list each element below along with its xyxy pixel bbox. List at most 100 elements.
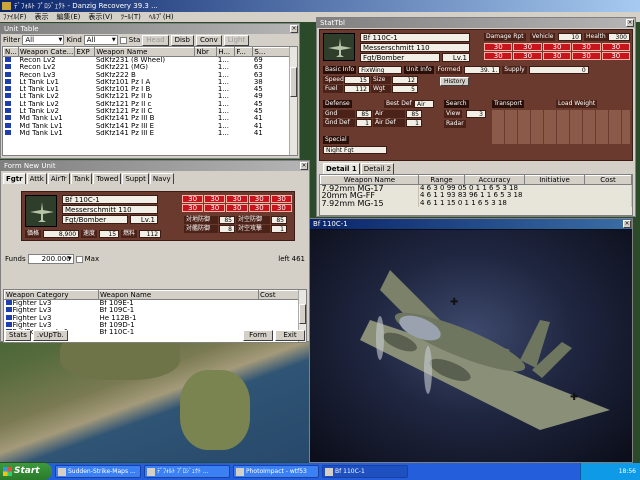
menu-help[interactable]: ﾍﾙﾌﾟ(H)	[149, 13, 174, 21]
col-f[interactable]: F...	[234, 47, 254, 57]
damage-rpt-label: Damage Rpt	[484, 33, 526, 41]
unit-icon	[4, 78, 11, 84]
wgt-label: Wgt	[371, 85, 391, 93]
tab-suppt[interactable]: Suppt	[122, 173, 149, 184]
col-weapon-name[interactable]: Weapon Name	[320, 175, 419, 185]
taskbar-item[interactable]: PhotoImpact - wtf53	[233, 465, 319, 478]
stats-button[interactable]: Stats	[5, 329, 31, 341]
col-weapon-name[interactable]: Weapon Name	[98, 290, 259, 300]
unit-level: Lv.1	[130, 215, 158, 224]
exit-button[interactable]: Exit	[275, 329, 305, 341]
table-row[interactable]: Lt Tank Lv1 SdKfz101 Pz I A 1... 38	[4, 78, 297, 86]
row-category-text: Fighter Lv3	[12, 321, 52, 329]
col-weapon-category[interactable]: Weapon Category	[4, 290, 99, 300]
table-row[interactable]: Lt Tank Lv2 SdKfz121 Pz II b 1... 49	[4, 93, 297, 100]
row-category: Lt Tank Lv1	[19, 78, 59, 86]
view-label: View	[444, 110, 463, 118]
tab-navy[interactable]: Navy	[149, 173, 174, 184]
table-row[interactable]: Recon Lv2 SdKfz231 (8 Wheel) 1... 69	[4, 57, 297, 65]
tab-tank[interactable]: Tank	[70, 173, 93, 184]
tab-fgtr[interactable]: Fgtr	[3, 173, 26, 184]
light-button[interactable]: Light	[223, 34, 250, 46]
col-weapon-category[interactable]: Weapon Cate...	[17, 47, 76, 57]
tab-attk[interactable]: Attk	[26, 173, 47, 184]
history-button[interactable]: History	[440, 77, 470, 86]
tab-detail-2[interactable]: Detail 2	[360, 163, 395, 174]
table-row[interactable]: 7.92mm MG-17 4 6 3 0 99 05 0 1 1 6 5 3 18	[320, 184, 632, 193]
kind-select[interactable]: All	[83, 35, 118, 45]
unit-table-toolbar: Filter All Kind All Sta Head Disb Conv L…	[1, 34, 299, 46]
col-exp[interactable]: EXP	[74, 47, 96, 57]
start-button[interactable]: Start	[0, 463, 52, 480]
close-icon[interactable]: ×	[290, 25, 298, 33]
col-initiative[interactable]: Initiative	[524, 175, 585, 185]
air-evade-label: Air Evade	[373, 110, 405, 125]
col-h[interactable]: H...	[216, 47, 236, 57]
filter-select[interactable]: All	[22, 35, 65, 45]
taskbar-item[interactable]: Sudden-Strike-Maps ...	[55, 465, 141, 478]
app-icon	[325, 468, 333, 476]
gnd-def-value: 1	[356, 119, 372, 127]
conv-button[interactable]: Conv	[196, 34, 222, 46]
list-item[interactable]: Fighter Lv3 He 112B-1	[5, 314, 306, 322]
table-row[interactable]: Md Tank Lv1 SdKfz141 Pz III B 1... 41	[4, 115, 297, 122]
row-icon-cell	[4, 100, 19, 108]
row-f	[235, 115, 253, 122]
menu-tools[interactable]: ﾂｰﾙ(T)	[121, 13, 141, 21]
tab-towed[interactable]: Towed	[93, 173, 122, 184]
unit-table-scrollbar[interactable]	[289, 47, 297, 155]
vuptb-button[interactable]: .vUpTb.	[32, 329, 68, 341]
funds-input[interactable]: 200.000	[27, 254, 74, 264]
row-exp	[75, 72, 95, 79]
head-button[interactable]: Head	[142, 34, 169, 46]
table-row[interactable]: Lt Tank Lv2 SdKfz121 Pz II C 1... 45	[4, 108, 297, 115]
taskbar-item[interactable]: Bf 110C-1	[322, 465, 408, 478]
table-row[interactable]: 20mm MG-FF 4 6 1 1 93 83 96 1 1 6 5 3 18	[320, 192, 632, 200]
formed-value: 39. 1.	[464, 66, 501, 74]
row-f	[235, 101, 253, 108]
table-row[interactable]: Recon Lv2 SdKfz221 (MG) 1... 63	[4, 64, 297, 71]
form-button[interactable]: Form	[243, 329, 273, 341]
sta-checkbox[interactable]	[119, 36, 127, 44]
menu-view1[interactable]: 表示	[35, 13, 49, 21]
taskbar-item[interactable]: ﾃﾞﾌｫﾙﾄ ﾌﾟﾛｼﾞｪｸﾄ ...	[144, 465, 230, 478]
table-row[interactable]: Md Tank Lv1 SdKfz141 Pz III E 1... 41	[4, 122, 297, 130]
col-range[interactable]: Range	[418, 175, 465, 185]
red-stat: 30	[204, 204, 226, 212]
col-n[interactable]: N...	[3, 47, 19, 57]
table-row[interactable]: 7.92mm MG-15 4 6 1 1 15 0 1 1 6 5 3 18	[320, 199, 632, 207]
menu-file[interactable]: ﾌｧｲﾙ(F)	[3, 13, 27, 21]
disb-button[interactable]: Disb	[170, 34, 194, 46]
row-h: 1...	[217, 78, 229, 86]
table-row[interactable]: Lt Tank Lv1 SdKfz101 Pz I B 1... 45	[4, 86, 297, 93]
stat-value: 85	[271, 216, 287, 224]
close-icon[interactable]: ×	[623, 220, 631, 228]
row-weapon: 7.92mm MG-17	[320, 184, 419, 193]
col-nbr[interactable]: Nbr	[194, 47, 218, 57]
plane-3d-view[interactable]: ✚ ✚	[310, 230, 632, 462]
row-category: Md Tank Lv1	[19, 115, 63, 123]
system-tray-clock: 18:56	[580, 463, 640, 480]
max-checkbox[interactable]	[75, 255, 83, 263]
close-icon[interactable]: ×	[300, 162, 308, 170]
menu-view[interactable]: 表示(V)	[88, 13, 112, 21]
close-icon[interactable]: ×	[626, 19, 634, 27]
tab-airtr[interactable]: AirTr	[47, 173, 70, 184]
list-item[interactable]: Fighter Lv3 Bf 109C-1	[5, 307, 306, 314]
unit-icon	[4, 64, 11, 70]
red-stat: 30	[513, 52, 542, 60]
menu-edit[interactable]: 編集(E)	[57, 13, 81, 21]
size-value: 12	[392, 76, 418, 84]
table-row[interactable]: Lt Tank Lv2 SdKfz121 Pz II c 1... 45	[4, 100, 297, 108]
max-label: Max	[84, 255, 100, 263]
tab-detail-1[interactable]: Detail 1	[323, 163, 360, 174]
col-accuracy[interactable]: Accuracy	[464, 175, 525, 185]
table-row[interactable]: Md Tank Lv1 SdKfz141 Pz III E 1... 41	[4, 129, 297, 137]
col-weapon-name[interactable]: Weapon Name	[94, 47, 196, 57]
table-row[interactable]: Recon Lv3 SdKfz222 B 1... 63	[4, 71, 297, 79]
row-icon-cell	[4, 78, 19, 86]
red-stat: 30	[601, 52, 630, 60]
col-cost[interactable]: Cost	[584, 175, 632, 185]
unit-icon	[4, 93, 11, 99]
list-item[interactable]: Fighter Lv3 Bf 109E-1	[5, 300, 306, 308]
